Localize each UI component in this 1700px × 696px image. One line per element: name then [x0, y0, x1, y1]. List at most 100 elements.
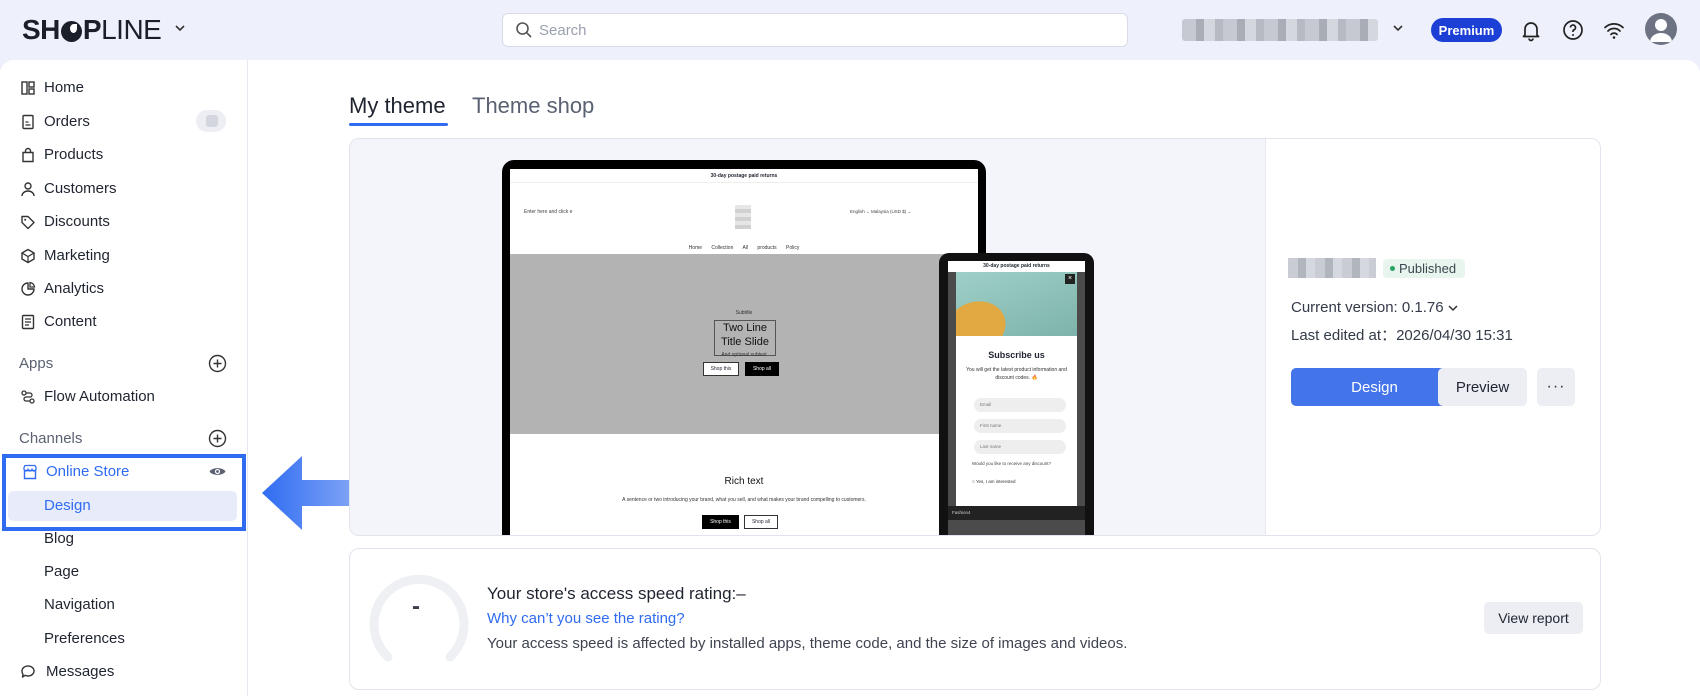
add-channel-icon[interactable] — [208, 429, 227, 448]
wifi-icon[interactable] — [1602, 18, 1626, 42]
search-bar[interactable] — [502, 13, 1128, 47]
laptop-screen: 30-day postage paid returns Enter here a… — [510, 169, 978, 535]
sidebar-item-marketing[interactable]: Marketing — [0, 239, 248, 272]
sidebar-item-label: Products — [44, 146, 104, 163]
bell-icon[interactable] — [1519, 18, 1543, 42]
sidebar-item-label: Flow Automation — [44, 388, 155, 405]
marketing-icon — [21, 248, 35, 263]
speed-description: Your access speed is affected by install… — [487, 635, 1128, 652]
preview-button[interactable]: Preview — [1438, 368, 1527, 406]
sidebar-item-messages[interactable]: Messages — [0, 655, 248, 688]
current-version: Current version: 0.1.76 — [1291, 299, 1444, 316]
top-bar: SHPLINE Premium — [0, 0, 1700, 60]
speed-score: - — [412, 593, 420, 620]
more-options-button[interactable]: ··· — [1537, 368, 1575, 406]
rich-secondary-button: Shop all — [744, 515, 778, 529]
theme-card: 30-day postage paid returns Enter here a… — [349, 138, 1601, 536]
customers-icon — [21, 181, 35, 196]
tablet-screen: 30-day postage paid returns × Subscribe … — [948, 261, 1085, 535]
store-search: Enter here and click e — [524, 209, 573, 215]
sidebar-subitem-page[interactable]: Page — [0, 555, 248, 588]
home-icon — [21, 80, 35, 95]
popup-question: Would you like to receive any discount? — [972, 461, 1051, 466]
sidebar-item-label: Preferences — [44, 630, 125, 647]
sidebar-item-flow-automation[interactable]: Flow Automation — [0, 380, 248, 413]
rich-primary-button: Shop this — [702, 515, 739, 529]
theme-name-redacted — [1288, 258, 1376, 278]
popup-option: ○ Yes, I am interested — [972, 479, 1016, 484]
tab-theme-shop[interactable]: Theme shop — [472, 93, 594, 119]
chevron-down-icon[interactable] — [172, 20, 188, 36]
messages-icon — [21, 664, 35, 678]
sidebar-item-label: Discounts — [44, 213, 110, 230]
sidebar-subitem-navigation[interactable]: Navigation — [0, 588, 248, 621]
sidebar-item-label: Orders — [44, 113, 90, 130]
popup-desc: You will get the latest product informat… — [966, 367, 1067, 381]
analytics-icon — [21, 281, 36, 296]
announcement-bar: 30-day postage paid returns — [510, 169, 978, 183]
theme-preview[interactable]: 30-day postage paid returns Enter here a… — [350, 139, 1266, 535]
active-tab-underline — [349, 123, 448, 126]
highlight-box — [2, 454, 246, 531]
sidebar-item-customers[interactable]: Customers — [0, 172, 248, 205]
view-report-button[interactable]: View report — [1484, 602, 1583, 634]
chevron-down-icon[interactable] — [1446, 301, 1460, 315]
sidebar-item-label: Customers — [44, 180, 117, 197]
store-name-redacted[interactable] — [1182, 19, 1378, 41]
close-icon: × — [1065, 274, 1075, 284]
help-icon[interactable] — [1561, 18, 1585, 42]
store-logo-redacted — [735, 205, 751, 229]
sidebar-item-label: Messages — [46, 663, 115, 680]
sidebar-item-discounts[interactable]: Discounts — [0, 205, 248, 238]
sidebar-item-label: Navigation — [44, 596, 115, 613]
design-button[interactable]: Design — [1291, 368, 1458, 406]
sidebar-item-products[interactable]: Products — [0, 138, 248, 171]
discounts-icon — [21, 215, 35, 229]
sidebar-item-label: Blog — [44, 530, 75, 547]
rich-text-desc: A sentence or two introducing your brand… — [622, 497, 866, 503]
speed-title: Your store's access speed rating:– — [487, 584, 746, 603]
add-app-icon[interactable] — [208, 354, 227, 373]
hero-subtitle: Subtitle — [735, 310, 753, 316]
sidebar-item-label: Analytics — [44, 280, 105, 297]
flow-icon — [21, 389, 35, 404]
hero-slide: Subtitle Two Line Title Slide And option… — [510, 254, 978, 434]
avatar[interactable] — [1645, 13, 1677, 45]
sidebar-item-label: Page — [44, 563, 80, 580]
sidebar-item-label: Home — [44, 79, 85, 96]
store-menu: Home Collection All products Policy — [688, 245, 800, 251]
why-no-rating-link[interactable]: Why can’t you see the rating? — [487, 610, 685, 627]
subscribe-popup: Subscribe us You will get the latest pro… — [956, 336, 1077, 506]
popup-last-name-field: Last name — [974, 440, 1066, 454]
theme-info-panel: Published Current version: 0.1.76 Last e… — [1266, 139, 1600, 535]
channels-section-label: Channels — [19, 430, 83, 447]
sidebar-item-label: Content — [44, 313, 97, 330]
sidebar-item-home[interactable]: Home — [0, 71, 248, 104]
tab-my-theme[interactable]: My theme — [349, 93, 446, 119]
locale-selectors: English ⌄ Malaysia (USD $) ⌄ — [850, 209, 912, 214]
hero-secondary-button: Shop this — [703, 362, 739, 376]
laptop-mockup: 30-day postage paid returns Enter here a… — [502, 160, 986, 535]
hero-title: Two Line Title Slide — [714, 320, 776, 356]
sidebar-subitem-preferences[interactable]: Preferences — [0, 622, 248, 655]
search-input[interactable] — [539, 21, 1099, 39]
chevron-down-icon[interactable] — [1390, 20, 1406, 36]
products-icon — [22, 147, 34, 162]
speed-rating-card: - Your store's access speed rating:– Why… — [349, 548, 1601, 690]
apps-section-label: Apps — [19, 355, 54, 372]
status-badge: Published — [1383, 259, 1466, 278]
hero-subtext: And optional subtext — [721, 352, 767, 358]
search-icon — [516, 22, 532, 38]
hero-primary-button: Shop all — [745, 362, 779, 376]
shopline-logo[interactable]: SH P LINE — [22, 14, 162, 46]
tablet-announcement: 30-day postage paid returns — [948, 261, 1085, 272]
popup-email-field: Email — [974, 398, 1066, 412]
logo-o-mark — [60, 20, 82, 42]
rich-text-title: Rich text — [724, 476, 764, 487]
popup-title: Subscribe us — [988, 350, 1045, 360]
sidebar-item-analytics[interactable]: Analytics — [0, 272, 248, 305]
content-icon — [21, 314, 35, 329]
sidebar-item-content[interactable]: Content — [0, 305, 248, 338]
sidebar-item-label: Marketing — [44, 247, 110, 264]
last-edited: Last edited at：2026/04/30 15:31 — [1291, 327, 1513, 344]
